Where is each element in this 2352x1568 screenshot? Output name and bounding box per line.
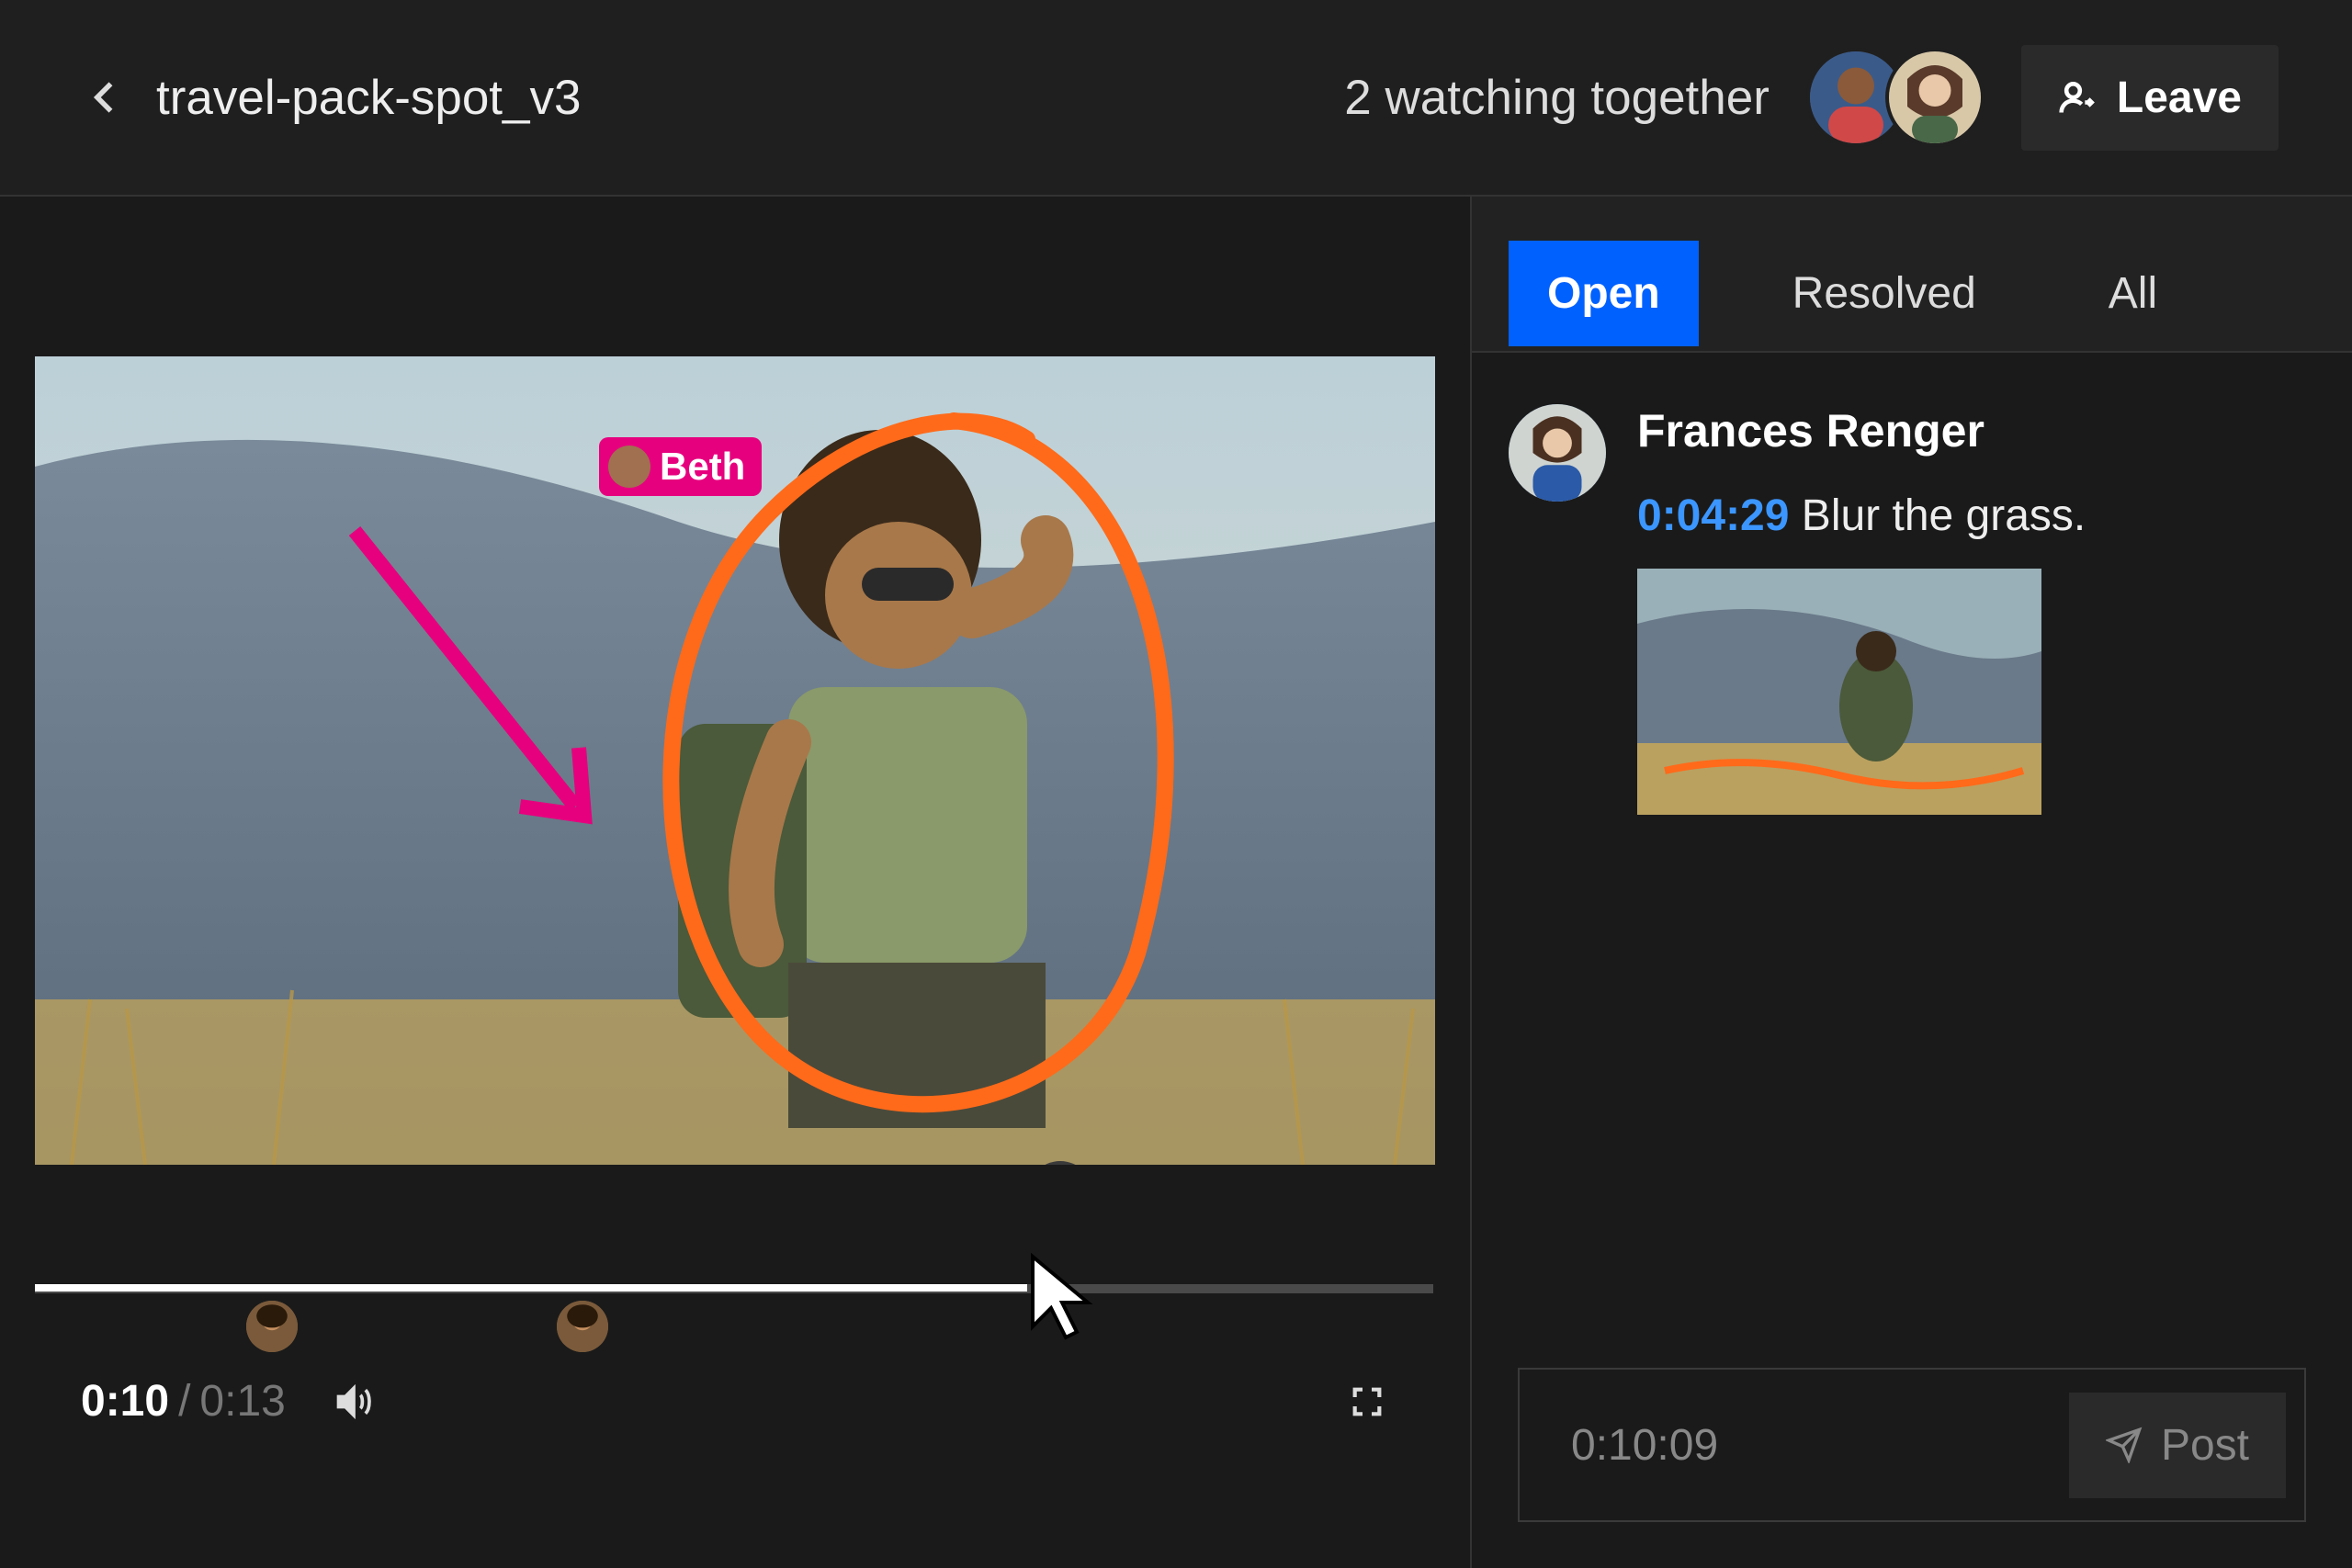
avatar[interactable] [1885,48,1984,147]
comments-panel: Open Resolved All Frances Renger 0:04:29… [1470,197,2352,1568]
video-frame[interactable]: Beth [35,356,1435,1165]
comment-text: 0:04:29 Blur the grass. [1637,491,2315,541]
comment-list: Frances Renger 0:04:29 Blur the grass. [1472,353,2352,1368]
watching-label: 2 watching together [1344,70,1770,126]
cursor-icon [1025,1253,1099,1345]
post-button[interactable]: Post [2069,1393,2286,1498]
comment-thumbnail[interactable] [1637,569,2041,815]
viewer-avatars [1806,48,1984,147]
remote-cursor-name: Beth [660,445,745,489]
chevron-left-icon [85,77,126,118]
comment-avatar [1509,404,1606,502]
comment-timecode[interactable]: 0:04:29 [1637,491,1789,540]
annotation-toolbar [439,1145,1119,1165]
comment-item[interactable]: Frances Renger 0:04:29 Blur the grass. [1509,404,2315,815]
time-total: 0:13 [199,1376,285,1427]
leave-icon [2058,77,2098,118]
back-button[interactable] [83,74,129,120]
scrub-progress [35,1284,1027,1292]
timeline-marker[interactable] [246,1301,298,1352]
scrub-bar[interactable] [35,1284,1433,1293]
post-label: Post [2161,1420,2249,1471]
remote-cursor-tag: Beth [599,437,762,496]
header-bar: travel-pack-spot_v3 2 watching together … [0,0,2352,197]
timeline-marker[interactable] [557,1301,608,1352]
tab-all[interactable]: All [2070,241,2196,346]
file-title: travel-pack-spot_v3 [156,70,581,126]
fullscreen-icon [1349,1383,1385,1420]
volume-button[interactable] [332,1380,376,1424]
comment-message: Blur the grass. [1802,491,2086,540]
comment-tool[interactable] [1027,1161,1093,1165]
send-icon [2106,1427,2143,1463]
fullscreen-button[interactable] [1345,1380,1389,1424]
comment-author: Frances Renger [1637,404,2315,457]
body: Beth [0,197,2352,1568]
volume-icon [334,1382,374,1422]
comment-body: Frances Renger 0:04:29 Blur the grass. [1637,404,2315,815]
compose-bar[interactable]: 0:10:09 Post [1518,1368,2306,1522]
time-separator: / [178,1376,190,1427]
compose-timecode: 0:10:09 [1571,1420,2069,1471]
comment-tabs: Open Resolved All [1472,197,2352,353]
video-viewer: Beth [0,197,1470,1568]
tab-resolved[interactable]: Resolved [1754,241,2015,346]
time-current: 0:10 [81,1376,169,1427]
leave-label: Leave [2117,73,2242,123]
remote-cursor-avatar [608,446,650,488]
playback-row: 0:10 / 0:13 [35,1376,1435,1427]
tab-open[interactable]: Open [1509,241,1699,346]
leave-button[interactable]: Leave [2021,45,2278,151]
